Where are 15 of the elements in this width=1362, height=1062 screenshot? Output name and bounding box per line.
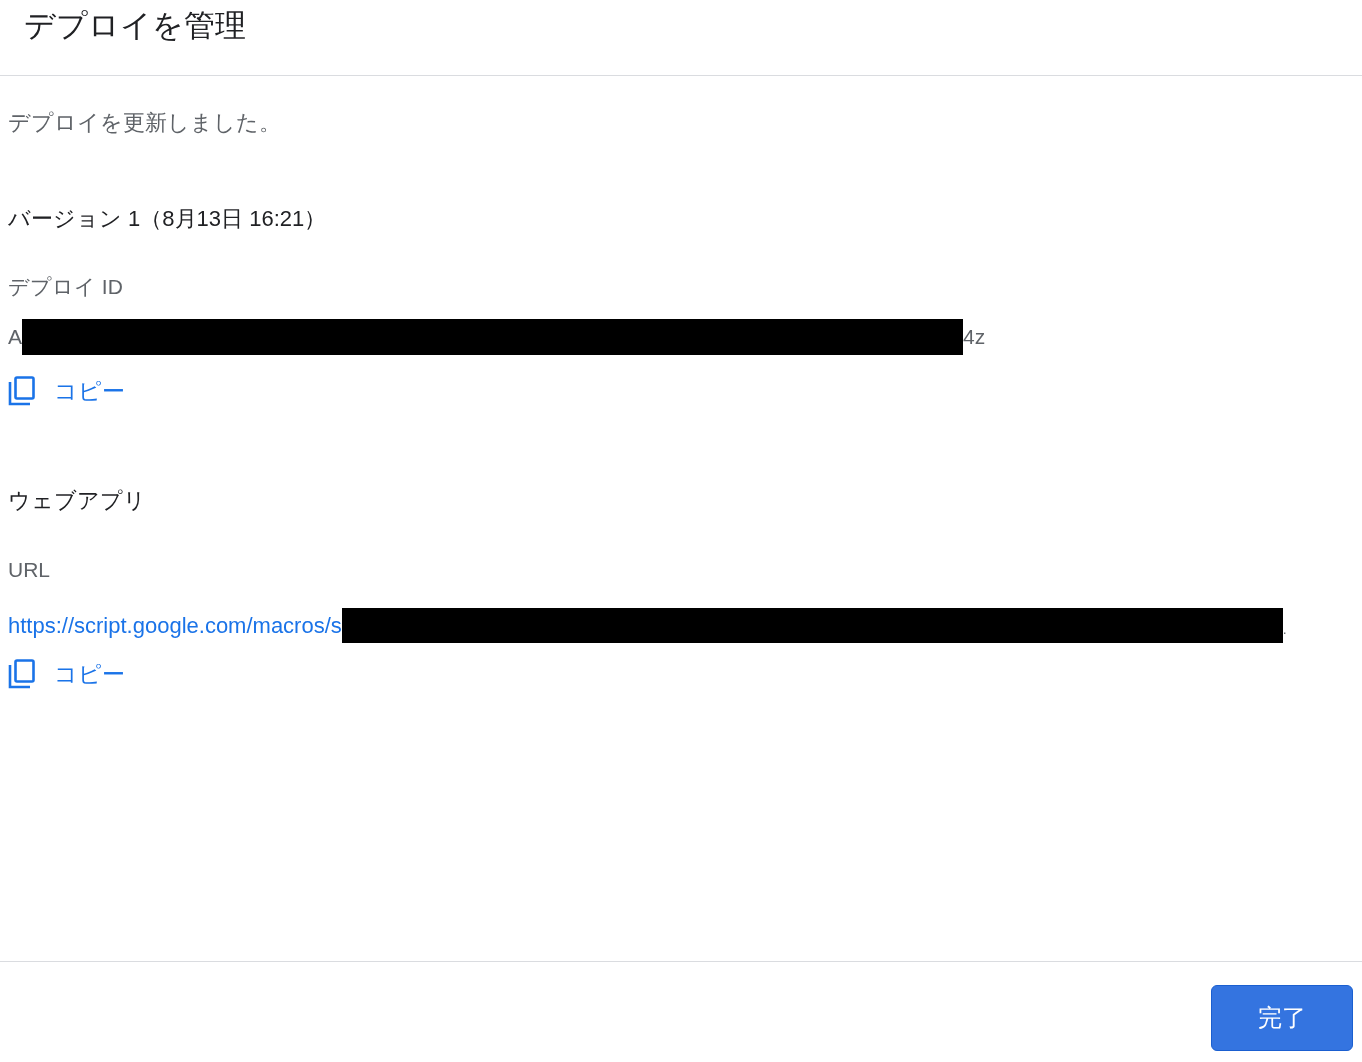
section-heading: ウェブアプリ xyxy=(8,487,146,515)
url-link[interactable]: https://script.google.com/macros/s xyxy=(8,612,342,639)
deployment-id-text: 4z xyxy=(963,325,986,349)
url-text: . xyxy=(1282,621,1287,637)
deployment-id-text: A xyxy=(8,325,22,349)
done-button[interactable]: 完了 xyxy=(1211,985,1353,1051)
dialog-title: デプロイを管理 xyxy=(24,7,246,45)
copy-icon[interactable] xyxy=(8,659,36,689)
copy-link[interactable]: コピー xyxy=(54,658,125,690)
copy-link[interactable]: コピー xyxy=(54,375,125,407)
field-label: デプロイ ID xyxy=(8,274,123,300)
version-heading: バージョン 1（8月13日 16:21） xyxy=(8,205,327,233)
copy-icon[interactable] xyxy=(8,376,36,406)
field-label: URL xyxy=(8,557,50,583)
success-message: デプロイを更新しました。 xyxy=(8,109,281,137)
